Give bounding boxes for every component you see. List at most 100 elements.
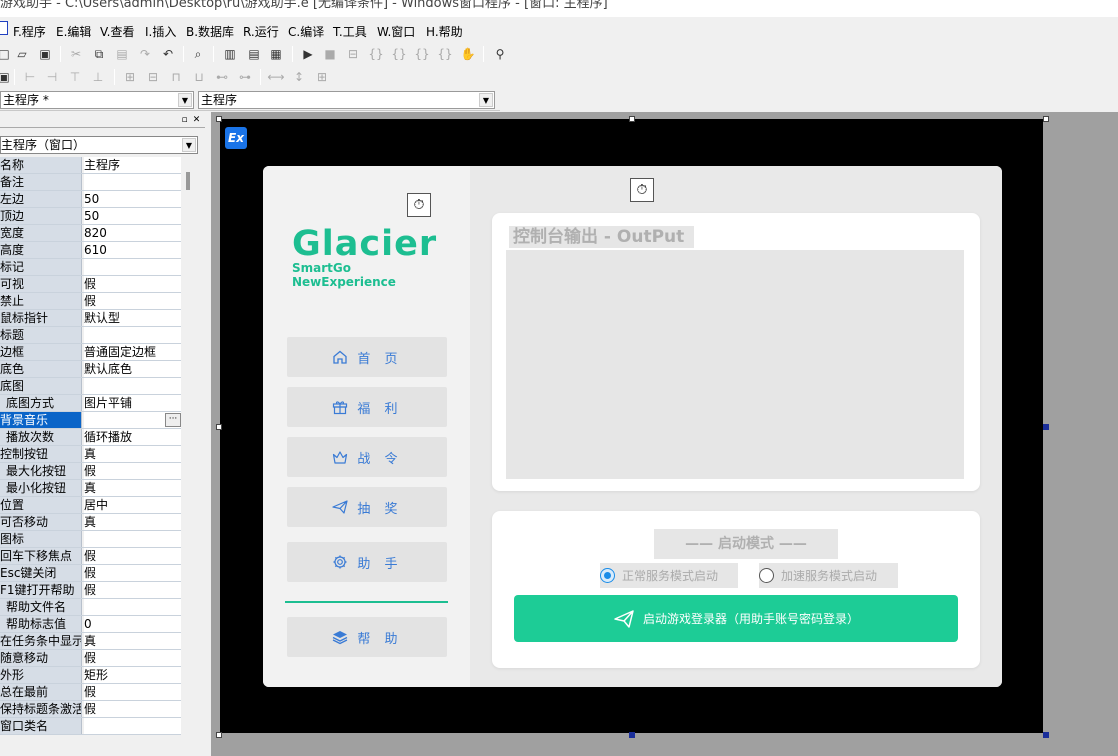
- property-row[interactable]: 帮助文件名: [0, 599, 181, 616]
- window-combo[interactable]: 主程序 * ▼: [0, 91, 194, 109]
- align-top-icon[interactable]: ⊤: [67, 69, 83, 85]
- menu-edit[interactable]: E.编辑: [56, 23, 91, 40]
- property-row[interactable]: 窗口类名: [0, 718, 181, 735]
- select-icon[interactable]: ▣: [0, 69, 12, 85]
- resize-handle[interactable]: [1043, 732, 1049, 738]
- property-value[interactable]: 0: [84, 616, 181, 632]
- property-value[interactable]: 假: [84, 293, 181, 309]
- undo-icon[interactable]: ↶: [160, 46, 176, 62]
- timer-icon[interactable]: ⏱: [407, 193, 431, 217]
- form-window[interactable]: Ex ⏱ Glacier SmartGo NewExperience 首 页 福…: [220, 119, 1043, 733]
- width-icon[interactable]: ⟷: [267, 69, 284, 85]
- property-value[interactable]: 假: [84, 582, 181, 598]
- align-left-icon[interactable]: ⊢: [22, 69, 38, 85]
- property-value[interactable]: [84, 259, 181, 275]
- copy-icon[interactable]: ⧉: [91, 46, 107, 62]
- resize-handle[interactable]: [629, 116, 635, 122]
- property-value[interactable]: [84, 718, 181, 734]
- property-row[interactable]: 位置 居中: [0, 497, 181, 514]
- same-height-icon[interactable]: ⊔: [191, 69, 207, 85]
- property-row[interactable]: 左边 50: [0, 191, 181, 208]
- property-value[interactable]: 居中: [84, 497, 181, 513]
- property-row[interactable]: 宽度 820: [0, 225, 181, 242]
- property-value[interactable]: 真: [84, 480, 181, 496]
- space-v-icon[interactable]: ⊶: [237, 69, 253, 85]
- resize-handle[interactable]: [216, 116, 222, 122]
- property-value[interactable]: [84, 378, 181, 394]
- chevron-down-icon[interactable]: ▼: [178, 93, 192, 107]
- binoculars-icon[interactable]: ⚲: [492, 46, 508, 62]
- nav-battlepass-button[interactable]: 战 令: [287, 437, 447, 477]
- property-value[interactable]: 真: [84, 633, 181, 649]
- chevron-down-icon[interactable]: ▼: [479, 93, 493, 107]
- scrollbar-thumb[interactable]: [186, 172, 190, 190]
- center-h-icon[interactable]: ⊞: [122, 69, 138, 85]
- layout1-icon[interactable]: ▥: [222, 46, 238, 62]
- radio-normal-mode[interactable]: 正常服务模式启动: [600, 563, 738, 588]
- property-row[interactable]: 在任务条中显示真: [0, 633, 181, 650]
- dock-icon[interactable]: ▫: [179, 115, 190, 126]
- menu-tools[interactable]: T.工具: [333, 23, 367, 40]
- property-row[interactable]: 底色 默认底色: [0, 361, 181, 378]
- property-value[interactable]: 假: [84, 463, 181, 479]
- property-row[interactable]: 最小化按钮真: [0, 480, 181, 497]
- property-value[interactable]: 矩形: [84, 667, 181, 683]
- step-out-icon[interactable]: {}: [414, 46, 430, 62]
- property-value[interactable]: [84, 327, 181, 343]
- property-value[interactable]: 50: [84, 208, 181, 224]
- menu-database[interactable]: B.数据库: [186, 23, 234, 40]
- radio-checked-icon[interactable]: [600, 568, 615, 583]
- property-value[interactable]: 循环播放: [84, 429, 181, 445]
- property-row[interactable]: 可否移动真: [0, 514, 181, 531]
- property-value[interactable]: 820: [84, 225, 181, 241]
- subprogram-combo[interactable]: 主程序 ▼: [198, 91, 495, 109]
- console-output[interactable]: [506, 250, 964, 479]
- property-row[interactable]: 标记: [0, 259, 181, 276]
- stop-icon[interactable]: ■: [322, 46, 338, 62]
- property-value[interactable]: 图片平铺: [84, 395, 181, 411]
- nav-lottery-button[interactable]: 抽 奖: [287, 487, 447, 527]
- property-row[interactable]: 保持标题条激活假: [0, 701, 181, 718]
- property-value[interactable]: [84, 531, 181, 547]
- browse-button[interactable]: ···: [165, 413, 181, 427]
- property-value[interactable]: 假: [84, 565, 181, 581]
- property-row[interactable]: 顶边 50: [0, 208, 181, 225]
- property-row[interactable]: 控制按钮真: [0, 446, 181, 463]
- property-value[interactable]: 默认型: [84, 310, 181, 326]
- property-row[interactable]: 外形 矩形: [0, 667, 181, 684]
- property-row-selected[interactable]: 背景音乐 ···: [0, 412, 181, 429]
- paste-icon[interactable]: ▤: [114, 46, 130, 62]
- grid-icon[interactable]: ⊞: [314, 69, 330, 85]
- resize-handle[interactable]: [1043, 424, 1049, 430]
- menu-run[interactable]: R.运行: [243, 23, 279, 40]
- property-row[interactable]: 底图方式 图片平铺: [0, 395, 181, 412]
- property-value[interactable]: 假: [84, 701, 181, 717]
- property-value[interactable]: 真: [84, 446, 181, 462]
- property-row[interactable]: F1键打开帮助假: [0, 582, 181, 599]
- align-right-icon[interactable]: ⊣: [44, 69, 60, 85]
- property-value[interactable]: [84, 174, 181, 190]
- cut-icon[interactable]: ✂: [68, 46, 84, 62]
- chevron-down-icon[interactable]: ▼: [182, 138, 196, 152]
- property-row[interactable]: 帮助标志值 0: [0, 616, 181, 633]
- resize-handle[interactable]: [216, 732, 222, 738]
- property-value[interactable]: 610: [84, 242, 181, 258]
- property-value[interactable]: 50: [84, 191, 181, 207]
- menu-help[interactable]: H.帮助: [426, 23, 463, 40]
- menu-file[interactable]: F.程序: [13, 23, 46, 40]
- property-row[interactable]: 图标: [0, 531, 181, 548]
- app-icon[interactable]: [0, 21, 8, 35]
- property-row[interactable]: 总在最前假: [0, 684, 181, 701]
- redo-icon[interactable]: ↷: [137, 46, 153, 62]
- new-file-icon[interactable]: □: [0, 46, 12, 62]
- property-row[interactable]: Esc键关闭假: [0, 565, 181, 582]
- menu-compile[interactable]: C.编译: [288, 23, 324, 40]
- property-row[interactable]: 名称 主程序: [0, 157, 181, 174]
- step-over-icon[interactable]: {}: [391, 46, 407, 62]
- same-width-icon[interactable]: ⊓: [168, 69, 184, 85]
- align-bottom-icon[interactable]: ⊥: [90, 69, 106, 85]
- open-folder-icon[interactable]: ▱: [14, 46, 30, 62]
- menu-insert[interactable]: I.插入: [145, 23, 176, 40]
- radio-boost-mode[interactable]: 加速服务模式启动: [759, 563, 898, 588]
- timer-icon[interactable]: ⏱: [630, 178, 654, 202]
